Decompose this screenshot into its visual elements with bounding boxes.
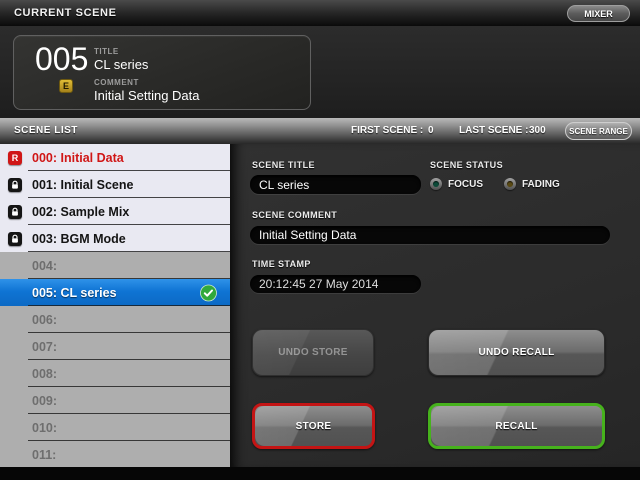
scene-comment-input[interactable]: Initial Setting Data bbox=[250, 226, 610, 244]
scene-list-row[interactable]: 008: bbox=[0, 360, 230, 387]
scene-list-row-label: 009: bbox=[32, 394, 57, 408]
time-stamp-label: TIME STAMP bbox=[252, 259, 311, 269]
current-scene-heading: CURRENT SCENE bbox=[14, 7, 117, 19]
current-scene-section: 005 E TITLE CL series COMMENT Initial Se… bbox=[0, 26, 640, 118]
bottom-bar bbox=[0, 467, 640, 480]
top-bar: CURRENT SCENE MIXER bbox=[0, 0, 640, 26]
last-scene-value: 300 bbox=[529, 125, 546, 136]
scene-list-row-label: 002: Sample Mix bbox=[32, 205, 129, 219]
scene-list-row[interactable]: 010: bbox=[0, 414, 230, 441]
first-scene-label: FIRST SCENE : bbox=[351, 125, 423, 136]
store-button[interactable]: STORE bbox=[252, 403, 375, 449]
scene-title-label: SCENE TITLE bbox=[252, 160, 315, 170]
lock-icon bbox=[8, 178, 22, 192]
scene-list-row-label: 003: BGM Mode bbox=[32, 232, 126, 246]
current-scene-number: 005 bbox=[35, 41, 88, 78]
scene-list: R 000: Initial Data 001: Initial Scene 002:… bbox=[0, 144, 230, 467]
scene-status-label: SCENE STATUS bbox=[430, 160, 503, 170]
scene-list-row[interactable]: 011: bbox=[0, 441, 230, 467]
scene-list-row-label: 007: bbox=[32, 340, 57, 354]
first-scene-value: 0 bbox=[428, 125, 434, 136]
undo-store-button[interactable]: UNDO STORE bbox=[252, 329, 374, 376]
scene-list-row[interactable]: 003: BGM Mode bbox=[0, 225, 230, 252]
scene-list-row-label: 008: bbox=[32, 367, 57, 381]
check-icon bbox=[200, 284, 217, 301]
readonly-badge-icon: R bbox=[8, 151, 22, 165]
scene-list-row-label: 000: Initial Data bbox=[32, 151, 124, 165]
time-stamp-value: 20:12:45 27 May 2014 bbox=[250, 275, 421, 293]
fading-indicator[interactable]: FADING bbox=[504, 178, 560, 190]
lock-icon bbox=[8, 205, 22, 219]
scene-detail-panel: SCENE TITLE CL series SCENE STATUS FOCUS… bbox=[230, 144, 640, 467]
scene-list-row[interactable]: 006: bbox=[0, 306, 230, 333]
scene-comment-label: SCENE COMMENT bbox=[252, 210, 337, 220]
scene-range-button[interactable]: SCENE RANGE bbox=[565, 122, 632, 140]
scene-list-row[interactable]: 005: CL series bbox=[0, 279, 230, 306]
current-scene-comment-value: Initial Setting Data bbox=[94, 88, 200, 103]
scene-list-row-label: 001: Initial Scene bbox=[32, 178, 133, 192]
fading-led-icon bbox=[504, 178, 516, 190]
current-scene-comment-label: COMMENT bbox=[94, 78, 139, 87]
scene-list-row-label: 011: bbox=[32, 448, 56, 462]
scene-list-heading: SCENE LIST bbox=[14, 125, 78, 136]
current-scene-panel: 005 E TITLE CL series COMMENT Initial Se… bbox=[13, 35, 311, 110]
recall-button[interactable]: RECALL bbox=[428, 403, 605, 449]
scene-list-row[interactable]: 007: bbox=[0, 333, 230, 360]
scene-list-header-bar: SCENE LIST FIRST SCENE : 0 LAST SCENE : … bbox=[0, 118, 640, 144]
scene-list-row[interactable]: 002: Sample Mix bbox=[0, 198, 230, 225]
current-scene-title-value: CL series bbox=[94, 57, 148, 72]
scene-list-row-label: 010: bbox=[32, 421, 57, 435]
scene-list-row[interactable]: 001: Initial Scene bbox=[0, 171, 230, 198]
last-scene-label: LAST SCENE : bbox=[459, 125, 528, 136]
mixer-button[interactable]: MIXER bbox=[567, 5, 630, 22]
current-scene-title-label: TITLE bbox=[94, 47, 119, 56]
scene-list-row-label: 006: bbox=[32, 313, 57, 327]
scene-list-row-label: 005: CL series bbox=[32, 286, 117, 300]
focus-indicator[interactable]: FOCUS bbox=[430, 178, 483, 190]
lock-icon bbox=[8, 232, 22, 246]
focus-led-icon bbox=[430, 178, 442, 190]
scene-title-input[interactable]: CL series bbox=[250, 175, 421, 194]
scene-list-row[interactable]: R 000: Initial Data bbox=[0, 144, 230, 171]
undo-recall-button[interactable]: UNDO RECALL bbox=[428, 329, 605, 376]
scene-memory-screen: CURRENT SCENE MIXER 005 E TITLE CL serie… bbox=[0, 0, 640, 480]
scene-list-row[interactable]: 004: bbox=[0, 252, 230, 279]
scene-list-row-label: 004: bbox=[32, 259, 57, 273]
scene-list-row[interactable]: 009: bbox=[0, 387, 230, 414]
focus-label: FOCUS bbox=[448, 179, 483, 190]
edit-badge-icon: E bbox=[59, 79, 73, 93]
fading-label: FADING bbox=[522, 179, 560, 190]
